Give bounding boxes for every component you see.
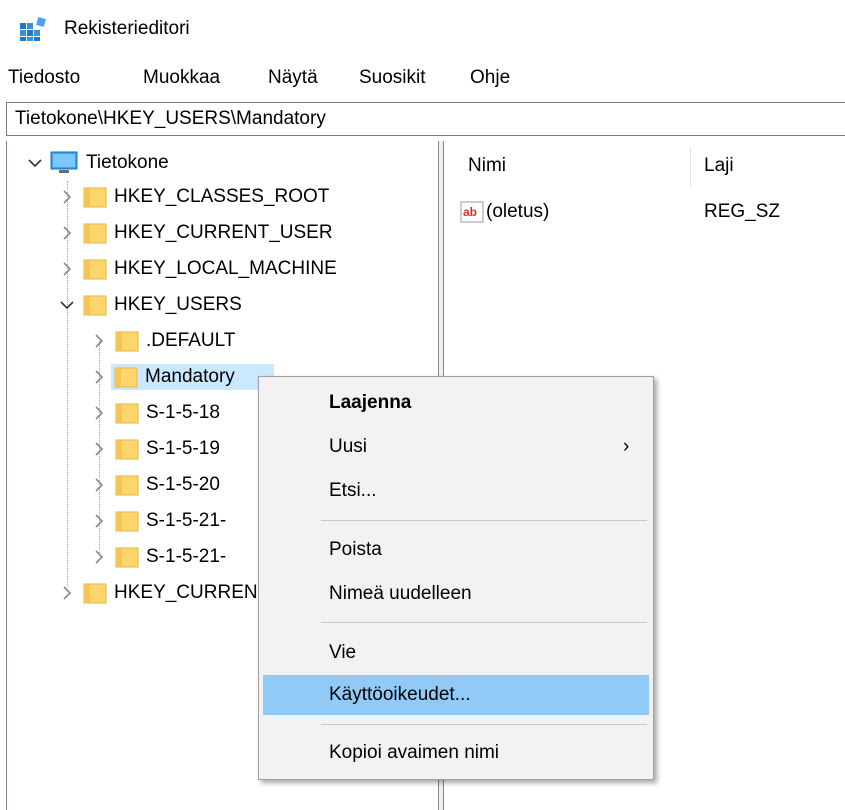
tree-node-hkcu[interactable]: HKEY_CURRENT_USER: [59, 217, 333, 249]
address-bar[interactable]: Tietokone\HKEY_USERS\Mandatory: [6, 102, 845, 136]
context-menu: Laajenna Uusi › Etsi... Poista Nimeä uud…: [258, 376, 654, 780]
menu-edit[interactable]: Muokkaa: [143, 67, 220, 89]
menu-separator: [321, 724, 647, 725]
tree-node-s-1-5-21-b[interactable]: S-1-5-21-: [91, 541, 226, 573]
menu-item-label: Kopioi avaimen nimi: [329, 742, 500, 763]
menu-favorites[interactable]: Suosikit: [359, 67, 426, 89]
menu-separator: [321, 520, 647, 521]
menu-item-label: Vie: [329, 642, 357, 663]
menu-item-export[interactable]: Vie: [263, 633, 649, 673]
tree-label: .DEFAULT: [146, 330, 236, 351]
menu-item-expand[interactable]: Laajenna: [263, 383, 649, 423]
tree-node-default[interactable]: .DEFAULT: [91, 325, 235, 357]
column-header-name[interactable]: Nimi: [468, 155, 506, 177]
menu-item-label: Laajenna: [329, 392, 412, 413]
folder-icon: [83, 187, 107, 208]
folder-icon: [115, 547, 139, 568]
chevron-right-icon[interactable]: [59, 585, 75, 601]
chevron-down-icon[interactable]: [59, 297, 75, 313]
menu-item-label: Käyttöoikeudet...: [329, 684, 471, 705]
tree-label: S-1-5-21-: [146, 510, 227, 531]
chevron-right-icon[interactable]: [91, 549, 107, 565]
tree-node-computer[interactable]: Tietokone: [27, 147, 169, 179]
folder-icon: [83, 295, 107, 316]
tree-node-hku[interactable]: HKEY_USERS: [59, 289, 242, 321]
tree-node-hkcr[interactable]: HKEY_CLASSES_ROOT: [59, 181, 329, 213]
chevron-right-icon[interactable]: [59, 189, 75, 205]
selected-node[interactable]: Mandatory: [111, 364, 274, 390]
title-bar: Rekisterieditori: [0, 0, 845, 58]
menu-view[interactable]: Näytä: [268, 67, 318, 89]
menu-file[interactable]: Tiedosto: [8, 67, 80, 89]
folder-icon: [115, 511, 139, 532]
tree-label: HKEY_USERS: [114, 294, 242, 315]
menu-item-copy-key-name[interactable]: Kopioi avaimen nimi: [263, 733, 649, 773]
tree-label: HKEY_CLASSES_ROOT: [114, 186, 330, 207]
menu-item-label: Poista: [329, 539, 382, 560]
value-type: REG_SZ: [704, 201, 781, 222]
tree-label: S-1-5-18: [146, 402, 220, 423]
chevron-right-icon[interactable]: [91, 441, 107, 457]
chevron-down-icon[interactable]: [27, 155, 43, 171]
menu-separator: [321, 622, 647, 623]
computer-icon: [50, 151, 78, 173]
tree-node-s-1-5-20[interactable]: S-1-5-20: [91, 469, 220, 501]
menu-item-label: Uusi: [329, 436, 368, 457]
menu-item-delete[interactable]: Poista: [263, 530, 649, 570]
menu-item-permissions[interactable]: Käyttöoikeudet...: [263, 675, 649, 715]
tree-label: S-1-5-19: [146, 438, 220, 459]
address-path[interactable]: Tietokone\HKEY_USERS\Mandatory: [15, 108, 326, 130]
tree-label: S-1-5-20: [146, 474, 220, 495]
menu-item-rename[interactable]: Nimeä uudelleen: [263, 574, 649, 614]
string-value-icon: ab: [460, 201, 484, 223]
tree-label: Tietokone: [86, 152, 169, 173]
column-divider[interactable]: [690, 147, 691, 187]
chevron-right-icon[interactable]: [91, 333, 107, 349]
svg-text:ab: ab: [463, 205, 477, 219]
folder-icon: [115, 439, 139, 460]
chevron-right-icon[interactable]: [59, 261, 75, 277]
chevron-right-icon[interactable]: [59, 225, 75, 241]
window-title: Rekisterieditori: [64, 18, 190, 39]
menu-item-label: Etsi...: [329, 480, 377, 501]
folder-icon: [83, 259, 107, 280]
menu-help[interactable]: Ohje: [470, 67, 510, 89]
chevron-right-icon[interactable]: [91, 477, 107, 493]
folder-icon: [115, 403, 139, 424]
tree-label: HKEY_CURRENT_USER: [114, 222, 333, 243]
chevron-right-icon[interactable]: [91, 369, 107, 385]
tree-node-s-1-5-21-a[interactable]: S-1-5-21-: [91, 505, 226, 537]
tree-node-hklm[interactable]: HKEY_LOCAL_MACHINE: [59, 253, 337, 285]
registry-editor-icon: [20, 17, 46, 41]
menu-item-label: Nimeä uudelleen: [329, 583, 472, 604]
menu-bar: Tiedosto Muokkaa Näytä Suosikit Ohje: [0, 62, 845, 94]
folder-icon: [114, 367, 138, 388]
value-row[interactable]: ab (oletus) REG_SZ: [444, 199, 845, 229]
folder-icon: [115, 475, 139, 496]
folder-icon: [115, 331, 139, 352]
chevron-right-icon[interactable]: [91, 513, 107, 529]
tree-node-s-1-5-18[interactable]: S-1-5-18: [91, 397, 220, 429]
menu-item-find[interactable]: Etsi...: [263, 471, 649, 511]
tree-label: S-1-5-21-: [146, 546, 227, 567]
folder-icon: [83, 583, 107, 604]
tree-label: HKEY_LOCAL_MACHINE: [114, 258, 337, 279]
column-header-type[interactable]: Laji: [704, 155, 734, 177]
tree-label: Mandatory: [145, 366, 235, 387]
submenu-arrow-icon: ›: [623, 436, 630, 457]
folder-icon: [83, 223, 107, 244]
chevron-right-icon[interactable]: [91, 405, 107, 421]
tree-node-mandatory[interactable]: Mandatory: [91, 361, 274, 393]
menu-item-new[interactable]: Uusi ›: [263, 427, 649, 467]
value-name: (oletus): [486, 201, 550, 222]
tree-node-s-1-5-19[interactable]: S-1-5-19: [91, 433, 220, 465]
